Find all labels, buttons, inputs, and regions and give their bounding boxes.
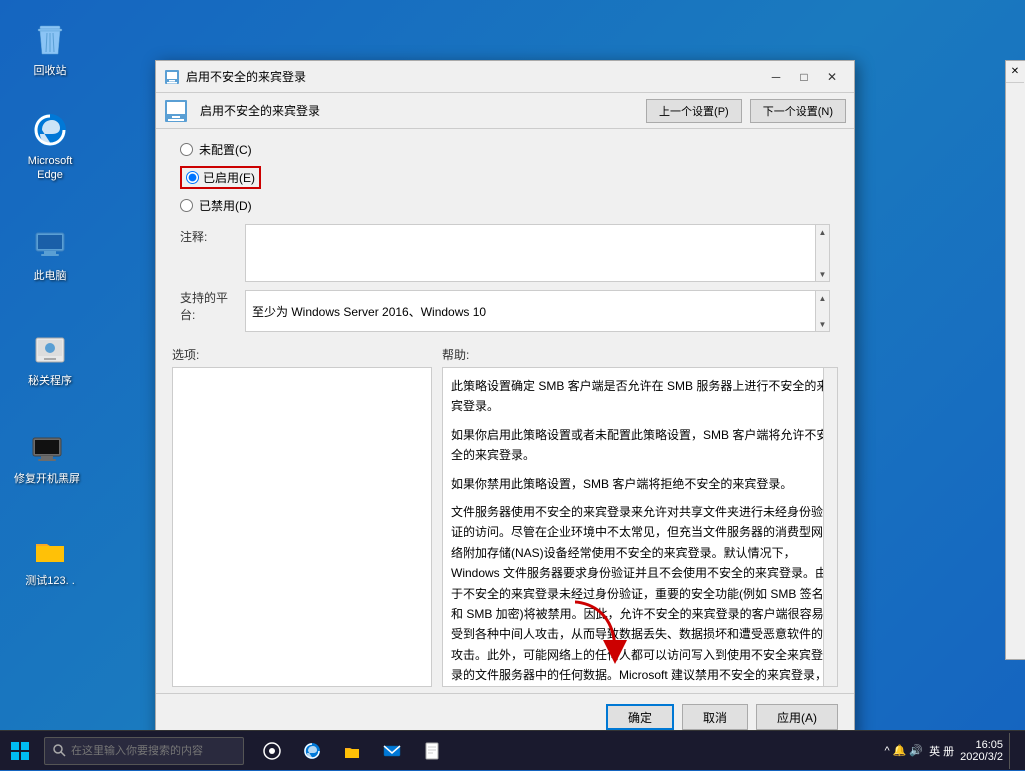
taskbar-clock[interactable]: 16:05 2020/3/2 xyxy=(960,739,1003,763)
scrollbar-down[interactable]: ▼ xyxy=(816,267,830,281)
help-scrollbar[interactable] xyxy=(823,368,837,686)
close-button[interactable]: ✕ xyxy=(818,65,846,89)
radio-enabled-label: 已启用(E) xyxy=(203,169,255,186)
dialog-title-icon xyxy=(164,69,180,85)
help-para-2: 如果你启用此策略设置或者未配置此策略设置，SMB 客户端将允许不安全的来宾登录。 xyxy=(451,425,829,466)
help-label: 帮助: xyxy=(442,346,838,363)
platforms-label: 支持的平台: xyxy=(180,290,235,324)
platforms-scroll-down[interactable]: ▼ xyxy=(816,317,830,331)
minimize-button[interactable]: ─ xyxy=(762,65,790,89)
taskbar-mail-button[interactable] xyxy=(374,733,410,769)
options-box xyxy=(172,367,432,687)
help-section: 帮助: 此策略设置确定 SMB 客户端是否允许在 SMB 服务器上进行不安全的来… xyxy=(442,346,838,687)
help-para-3: 如果你禁用此策略设置，SMB 客户端将拒绝不安全的来宾登录。 xyxy=(451,474,829,494)
desktop-icon-mgjc[interactable]: 秘关程序 xyxy=(15,330,85,388)
maximize-button[interactable]: □ xyxy=(790,65,818,89)
clock-time: 16:05 xyxy=(960,739,1003,751)
dialog-content-area: 未配置(C) 已启用(E) 已禁用(D) 注释: ▲ ▼ xyxy=(156,129,854,342)
search-input[interactable] xyxy=(71,745,235,757)
fix-label: 修复开机黑屏 xyxy=(14,472,80,486)
radio-unconfig-label: 未配置(C) xyxy=(199,141,252,158)
thispc-label: 此电脑 xyxy=(34,269,67,283)
taskbar-notepad-button[interactable] xyxy=(414,733,450,769)
help-para-4: 文件服务器使用不安全的来宾登录来允许对共享文件夹进行未经身份验证的访问。尽管在企… xyxy=(451,502,829,687)
desktop-icon-thispc[interactable]: 此电脑 xyxy=(15,225,85,283)
taskbar-middle xyxy=(254,733,450,769)
taskbar-right: ^ 🔔 🔊 英 册 16:05 2020/3/2 xyxy=(884,733,1025,769)
dialog-title-text: 启用不安全的来宾登录 xyxy=(186,68,762,85)
platforms-scroll-up[interactable]: ▲ xyxy=(816,291,830,305)
desktop-icon-fix[interactable]: 修复开机黑屏 xyxy=(12,428,82,486)
ok-button[interactable]: 确定 xyxy=(606,704,674,730)
recycle-bin-label: 回收站 xyxy=(34,64,67,78)
policy-dialog: 启用不安全的来宾登录 ─ □ ✕ 启用不安全的来宾登录 上一个设置(P) 下一个… xyxy=(155,60,855,741)
taskbar-explorer-button[interactable] xyxy=(334,733,370,769)
dialog-toolbar: 启用不安全的来宾登录 上一个设置(P) 下一个设置(N) xyxy=(156,93,854,129)
radio-enabled-row: 已启用(E) xyxy=(180,164,838,191)
search-bar[interactable] xyxy=(44,737,244,765)
radio-unconfig-row: 未配置(C) xyxy=(180,139,838,160)
note-area: 注释: ▲ ▼ xyxy=(172,224,838,282)
toolbar-title-text: 启用不安全的来宾登录 xyxy=(200,102,638,119)
app-icon-mgjc xyxy=(30,330,70,370)
taskbar: ^ 🔔 🔊 英 册 16:05 2020/3/2 xyxy=(0,730,1025,770)
toolbar-policy-icon xyxy=(164,99,188,123)
system-tray-icons: ^ 🔔 🔊 xyxy=(884,744,923,757)
help-para-1: 此策略设置确定 SMB 客户端是否允许在 SMB 服务器上进行不安全的来宾登录。 xyxy=(451,376,829,417)
radio-unconfig[interactable] xyxy=(180,143,193,156)
next-setting-button[interactable]: 下一个设置(N) xyxy=(750,99,846,123)
platforms-scrollbar[interactable]: ▲ ▼ xyxy=(815,291,829,331)
note-scrollbar[interactable]: ▲ ▼ xyxy=(815,225,829,281)
desktop-icon-recycle[interactable]: 回收站 xyxy=(15,20,85,78)
fix-icon xyxy=(27,428,67,468)
start-button[interactable] xyxy=(0,731,40,771)
platforms-text: 至少为 Windows Server 2016、Windows 10 xyxy=(252,303,486,320)
help-text-content: 此策略设置确定 SMB 客户端是否允许在 SMB 服务器上进行不安全的来宾登录。… xyxy=(451,376,829,687)
show-desktop-button[interactable] xyxy=(1009,733,1017,769)
right-panel: ✕ xyxy=(1005,60,1025,660)
dialog-titlebar: 启用不安全的来宾登录 ─ □ ✕ xyxy=(156,61,854,93)
language-indicator: 英 册 xyxy=(929,743,954,759)
edge-icon xyxy=(30,110,70,150)
radio-disabled[interactable] xyxy=(180,199,193,212)
radio-enabled-wrapper: 已启用(E) xyxy=(180,166,261,189)
mgjc-label: 秘关程序 xyxy=(28,374,72,388)
taskbar-edge-button[interactable] xyxy=(294,733,330,769)
task-view-button[interactable] xyxy=(254,733,290,769)
cancel-button[interactable]: 取消 xyxy=(682,704,748,730)
help-box: 此策略设置确定 SMB 客户端是否允许在 SMB 服务器上进行不安全的来宾登录。… xyxy=(442,367,838,687)
folder-icon xyxy=(30,530,70,570)
test-label: 测试123. . xyxy=(25,574,75,588)
note-label: 注释: xyxy=(180,224,235,245)
clock-date: 2020/3/2 xyxy=(960,751,1003,763)
platforms-box: 至少为 Windows Server 2016、Windows 10 ▲ ▼ xyxy=(245,290,830,332)
radio-enabled[interactable] xyxy=(186,171,199,184)
computer-icon xyxy=(30,225,70,265)
radio-disabled-label: 已禁用(D) xyxy=(199,197,252,214)
note-box: ▲ ▼ xyxy=(245,224,830,282)
main-columns: 选项: 帮助: 此策略设置确定 SMB 客户端是否允许在 SMB 服务器上进行不… xyxy=(156,346,854,687)
radio-group: 未配置(C) 已启用(E) 已禁用(D) xyxy=(172,139,838,216)
platforms-area: 支持的平台: 至少为 Windows Server 2016、Windows 1… xyxy=(172,290,838,332)
prev-setting-button[interactable]: 上一个设置(P) xyxy=(646,99,742,123)
desktop-icon-test[interactable]: 测试123. . xyxy=(15,530,85,588)
desktop-icon-edge[interactable]: MicrosoftEdge xyxy=(15,110,85,183)
right-panel-close[interactable]: ✕ xyxy=(1006,61,1024,83)
apply-button[interactable]: 应用(A) xyxy=(756,704,838,730)
options-section: 选项: xyxy=(172,346,432,687)
radio-disabled-row: 已禁用(D) xyxy=(180,195,838,216)
scrollbar-up[interactable]: ▲ xyxy=(816,225,830,239)
options-label: 选项: xyxy=(172,346,432,363)
edge-label: MicrosoftEdge xyxy=(28,154,73,183)
recycle-bin-icon xyxy=(30,20,70,60)
